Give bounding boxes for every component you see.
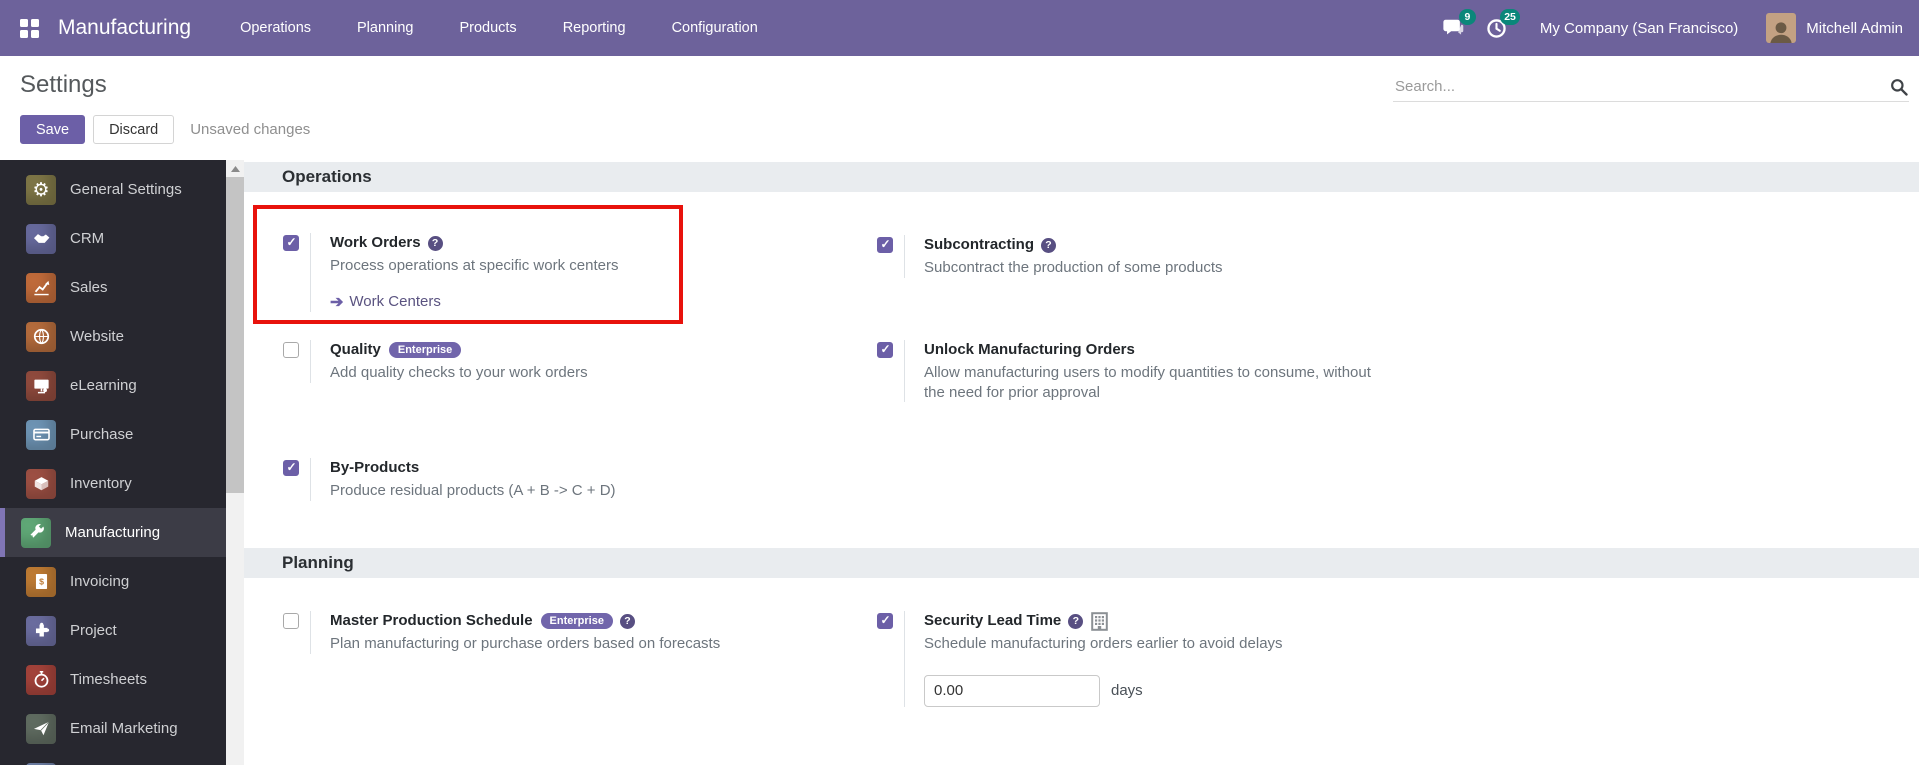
save-button[interactable]: Save <box>20 115 86 144</box>
by-products-description: Produce residual products (A + B -> C + … <box>330 482 616 499</box>
app-title[interactable]: Manufacturing <box>58 16 191 40</box>
sidebar-item-elearning[interactable]: eLearning <box>0 361 226 410</box>
menu-planning[interactable]: Planning <box>334 0 436 56</box>
chart-icon <box>26 272 56 303</box>
invoice-icon: $ <box>26 566 56 597</box>
work-orders-checkbox[interactable] <box>283 235 299 251</box>
gear-icon: ⚙ <box>26 174 56 205</box>
subcontracting-description: Subcontract the production of some produ… <box>924 259 1223 276</box>
quality-description: Add quality checks to your work orders <box>330 364 588 381</box>
credit-card-icon <box>26 419 56 450</box>
activities-count-badge: 25 <box>1500 9 1520 25</box>
help-icon[interactable]: ? <box>619 613 635 629</box>
unlock-mo-description: Allow manufacturing users to modify quan… <box>924 364 1371 401</box>
setting-mps: Master Production Schedule Enterprise ? … <box>283 611 863 654</box>
sidebar-item-inventory[interactable]: Inventory <box>0 459 226 508</box>
security-lead-time-description: Schedule manufacturing orders earlier to… <box>924 635 1283 652</box>
unlock-mo-checkbox[interactable] <box>877 342 893 358</box>
mps-description: Plan manufacturing or purchase orders ba… <box>330 635 721 652</box>
by-products-checkbox[interactable] <box>283 460 299 476</box>
company-switcher[interactable]: My Company (San Francisco) <box>1540 20 1738 37</box>
setting-unlock-mo: Unlock Manufacturing Orders Allow manufa… <box>877 340 1437 402</box>
main-menu: Operations Planning Products Reporting C… <box>217 0 781 56</box>
quality-label: Quality <box>330 341 381 358</box>
sidebar-scrollbar <box>226 160 244 765</box>
menu-reporting[interactable]: Reporting <box>540 0 649 56</box>
setting-subcontracting: Subcontracting ? Subcontract the product… <box>877 235 1437 278</box>
scrollbar-thumb[interactable] <box>226 177 244 493</box>
enterprise-badge: Enterprise <box>388 342 462 358</box>
menu-operations[interactable]: Operations <box>217 0 334 56</box>
work-orders-description: Process operations at specific work cent… <box>330 257 619 274</box>
setting-security-lead-time: Security Lead Time ? <box>877 611 1457 707</box>
work-orders-label: Work Orders <box>330 234 421 251</box>
section-operations: Operations <box>244 162 1919 192</box>
svg-text:$: $ <box>39 576 44 586</box>
search-icon[interactable] <box>1889 77 1909 97</box>
sidebar-item-crm[interactable]: CRM <box>0 214 226 263</box>
messages-icon[interactable]: 9 <box>1436 9 1476 45</box>
subcontracting-label: Subcontracting <box>924 236 1035 253</box>
settings-sidebar: ⚙ General Settings CRM Sales Website eLe… <box>0 160 226 765</box>
sidebar-item-invoicing[interactable]: $ Invoicing <box>0 557 226 606</box>
activities-icon[interactable]: 25 <box>1480 9 1520 45</box>
handshake-icon <box>26 223 56 254</box>
mps-checkbox[interactable] <box>283 613 299 629</box>
scroll-up-arrow[interactable] <box>226 160 244 177</box>
avatar <box>1766 13 1797 43</box>
security-lead-time-checkbox[interactable] <box>877 613 893 629</box>
security-lead-time-label: Security Lead Time <box>924 612 1062 629</box>
quality-checkbox[interactable] <box>283 342 299 358</box>
globe-icon <box>26 321 56 352</box>
mps-label: Master Production Schedule <box>330 612 533 629</box>
paper-plane-icon <box>26 713 56 744</box>
unlock-mo-label: Unlock Manufacturing Orders <box>924 341 1135 358</box>
subcontracting-checkbox[interactable] <box>877 237 893 253</box>
sidebar-item-purchase[interactable]: Purchase <box>0 410 226 459</box>
discard-button[interactable]: Discard <box>93 115 175 144</box>
sidebar-item-sales[interactable]: Sales <box>0 263 226 312</box>
menu-products[interactable]: Products <box>436 0 539 56</box>
work-centers-link[interactable]: ➔ Work Centers <box>330 292 618 312</box>
setting-quality: Quality Enterprise Add quality checks to… <box>283 340 843 383</box>
enterprise-badge: Enterprise <box>540 613 613 629</box>
control-panel: Settings Save Discard Unsaved changes <box>0 56 1919 160</box>
menu-configuration[interactable]: Configuration <box>649 0 781 56</box>
setting-by-products: By-Products Produce residual products (A… <box>283 458 843 501</box>
top-navbar: Manufacturing Operations Planning Produc… <box>0 0 1919 56</box>
company-building-icon <box>1091 611 1109 631</box>
help-icon[interactable]: ? <box>427 235 443 251</box>
arrow-right-icon: ➔ <box>330 293 344 311</box>
messages-count-badge: 9 <box>1458 9 1476 25</box>
help-icon[interactable]: ? <box>1068 613 1084 629</box>
sidebar-item-website[interactable]: Website <box>0 312 226 361</box>
by-products-label: By-Products <box>330 459 420 476</box>
apps-menu-icon[interactable] <box>14 13 44 43</box>
stopwatch-icon <box>26 664 56 695</box>
unsaved-changes-text: Unsaved changes <box>190 121 311 138</box>
help-icon[interactable]: ? <box>1041 237 1057 253</box>
user-menu[interactable]: Mitchell Admin <box>1766 13 1903 43</box>
wrench-icon <box>21 517 51 548</box>
search-input[interactable] <box>1393 77 1889 96</box>
settings-content: Operations Work Orders ? Process operati… <box>244 160 1919 765</box>
setting-work-orders: Work Orders ? Process operations at spec… <box>283 233 843 312</box>
presentation-icon <box>26 370 56 401</box>
sidebar-item-email-marketing[interactable]: Email Marketing <box>0 704 226 753</box>
box-icon <box>26 468 56 499</box>
search-box <box>1393 72 1909 102</box>
security-lead-time-input[interactable] <box>924 674 1100 707</box>
sidebar-item-general-settings[interactable]: ⚙ General Settings <box>0 165 226 214</box>
days-unit-label: days <box>1111 682 1143 699</box>
sidebar-item-partial[interactable] <box>0 753 226 765</box>
sidebar-item-timesheets[interactable]: Timesheets <box>0 655 226 704</box>
puzzle-icon <box>26 615 56 646</box>
section-planning: Planning <box>244 548 1919 578</box>
sidebar-item-manufacturing[interactable]: Manufacturing <box>0 508 226 557</box>
sidebar-item-project[interactable]: Project <box>0 606 226 655</box>
user-name: Mitchell Admin <box>1806 19 1903 37</box>
